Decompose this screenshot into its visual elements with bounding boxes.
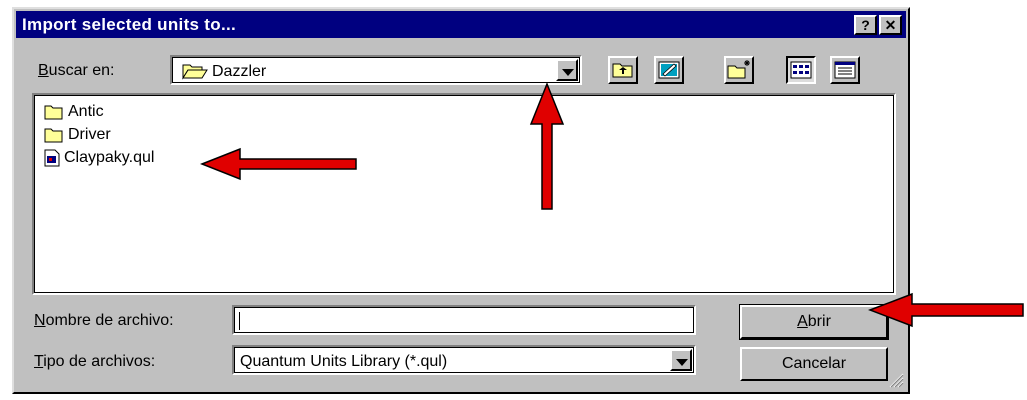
- lookin-label: Buscar en:: [38, 62, 114, 80]
- filetype-label-rest: ipo de archivos:: [43, 353, 156, 370]
- title-bar[interactable]: Import selected units to... ? ✕: [16, 11, 906, 38]
- details-view-button[interactable]: [830, 56, 860, 84]
- desktop-icon: [658, 61, 680, 79]
- text-caret: [239, 312, 240, 330]
- red-arrow-up-icon: [529, 82, 565, 210]
- filetype-combo[interactable]: Quantum Units Library (*.qul): [232, 345, 696, 375]
- lookin-value: Dazzler: [212, 63, 267, 80]
- lookin-dropdown-button[interactable]: [556, 59, 578, 81]
- file-name: Driver: [68, 126, 111, 143]
- up-one-level-button[interactable]: [608, 56, 638, 84]
- window-title: Import selected units to...: [22, 15, 237, 34]
- cancel-button[interactable]: Cancelar: [740, 347, 888, 381]
- folder-icon: [44, 128, 63, 143]
- up-one-level-icon: [612, 63, 633, 78]
- qul-file-icon: [44, 149, 60, 167]
- resize-grip-icon[interactable]: [888, 372, 904, 388]
- file-name: Antic: [68, 103, 104, 120]
- filetype-value: Quantum Units Library (*.qul): [240, 353, 448, 370]
- red-arrow-left-icon: [200, 147, 357, 181]
- file-list[interactable]: Antic Driver Claypaky.qul: [32, 93, 896, 295]
- filename-label-accel: N: [34, 312, 46, 329]
- list-item-file[interactable]: Claypaky.qul: [44, 147, 154, 169]
- filetype-dropdown-button[interactable]: [670, 349, 692, 371]
- list-view-icon: [790, 61, 812, 79]
- list-item-folder[interactable]: Antic: [44, 101, 104, 123]
- red-arrow-left-icon: [868, 292, 1024, 328]
- new-folder-icon: [727, 60, 750, 79]
- lookin-label-rest: uscar en:: [48, 62, 115, 79]
- folder-icon: [44, 105, 63, 120]
- close-button[interactable]: ✕: [879, 15, 902, 35]
- help-button[interactable]: ?: [854, 15, 877, 35]
- import-dialog: Import selected units to... ? ✕ Buscar e…: [12, 7, 910, 394]
- list-view-button[interactable]: [786, 56, 816, 84]
- filetype-label-accel: T: [34, 353, 44, 370]
- new-folder-button[interactable]: [724, 56, 754, 84]
- filename-input[interactable]: [232, 305, 696, 335]
- filename-label: Nombre de archivo:: [34, 312, 174, 330]
- folder-open-icon: [182, 64, 208, 80]
- filename-label-rest: ombre de archivo:: [45, 312, 174, 329]
- lookin-combo[interactable]: Dazzler: [170, 55, 582, 85]
- list-item-folder[interactable]: Driver: [44, 124, 111, 146]
- filetype-label: Tipo de archivos:: [34, 353, 155, 371]
- details-view-icon: [834, 61, 856, 79]
- desktop-button[interactable]: [654, 56, 684, 84]
- lookin-label-accel: B: [38, 62, 49, 79]
- open-button[interactable]: Abrir: [739, 304, 889, 340]
- file-name: Claypaky.qul: [64, 149, 155, 166]
- open-label-accel: A: [797, 313, 808, 330]
- open-label-rest: brir: [807, 313, 831, 330]
